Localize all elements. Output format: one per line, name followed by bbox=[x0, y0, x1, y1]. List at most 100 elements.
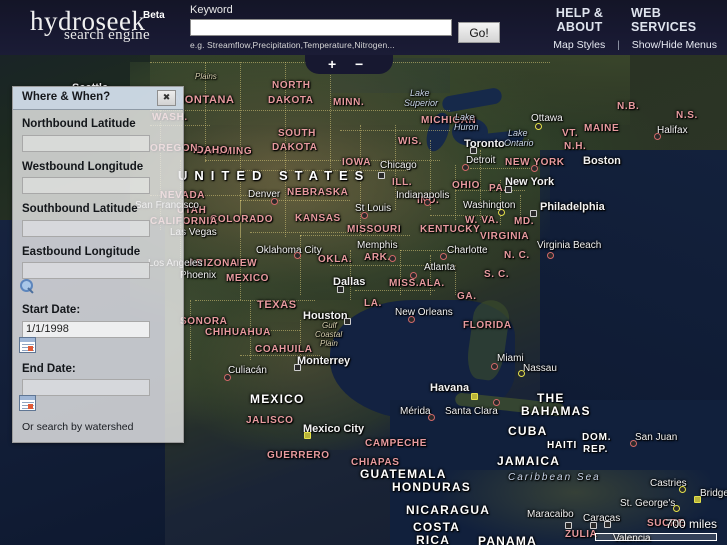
map-city-marker[interactable] bbox=[224, 374, 231, 381]
go-button[interactable]: Go! bbox=[458, 22, 500, 43]
map-border bbox=[455, 265, 456, 295]
map-city-marker[interactable] bbox=[389, 255, 396, 262]
field-label: Start Date: bbox=[22, 304, 81, 316]
magnifier-icon[interactable] bbox=[19, 278, 36, 294]
map-city-label: Halifax bbox=[657, 125, 688, 136]
map-city-marker[interactable] bbox=[410, 272, 417, 279]
field-label: Eastbound Longitude bbox=[22, 245, 141, 258]
map-city-marker[interactable] bbox=[565, 522, 572, 529]
map-city-marker[interactable] bbox=[535, 123, 542, 130]
show-hide-menus-link[interactable]: Show/Hide Menus bbox=[632, 39, 717, 51]
map-border bbox=[455, 190, 525, 191]
map-border bbox=[430, 255, 431, 295]
map-city-marker[interactable] bbox=[470, 147, 477, 154]
calendar-icon[interactable] bbox=[19, 336, 36, 353]
map-city-marker[interactable] bbox=[294, 252, 301, 259]
close-icon[interactable]: ✖ bbox=[157, 90, 176, 106]
map-scale: 700 miles bbox=[595, 517, 717, 541]
zoom-in-button[interactable]: + bbox=[328, 56, 336, 72]
map-city-marker[interactable] bbox=[408, 316, 415, 323]
map-border bbox=[285, 62, 286, 237]
nav-web-line-2: SERVICES bbox=[631, 20, 697, 34]
map-border bbox=[300, 235, 410, 236]
where-and-when-panel: Where & When? ✖ Northbound Latitude Westb… bbox=[12, 86, 184, 443]
site-logo[interactable]: hydroseek search engine Beta bbox=[30, 8, 165, 44]
map-city-marker[interactable] bbox=[271, 198, 278, 205]
map-border bbox=[500, 180, 501, 225]
map-city-marker[interactable] bbox=[361, 212, 368, 219]
map-border bbox=[205, 62, 206, 162]
map-border bbox=[400, 250, 401, 295]
map-city-marker[interactable] bbox=[630, 440, 637, 447]
map-city-marker[interactable] bbox=[530, 210, 537, 217]
field-input[interactable] bbox=[22, 219, 150, 237]
panel-title-bar: Where & When? ✖ bbox=[13, 87, 183, 110]
nav-help-and-about[interactable]: HELP & ABOUT bbox=[549, 6, 611, 34]
map-city-marker[interactable] bbox=[424, 199, 431, 206]
map-city-marker[interactable] bbox=[378, 172, 385, 179]
field-input[interactable] bbox=[22, 177, 150, 194]
field-label: Westbound Longitude bbox=[22, 160, 144, 173]
map-city-marker[interactable] bbox=[547, 252, 554, 259]
field-input[interactable] bbox=[22, 134, 150, 152]
map-city-marker[interactable] bbox=[471, 393, 478, 400]
keyword-search-block: Keyword Go! e.g. Streamflow,Precipitatio… bbox=[190, 4, 500, 50]
map-border bbox=[240, 200, 350, 201]
map-city-marker[interactable] bbox=[428, 414, 435, 421]
map-border bbox=[350, 250, 351, 300]
search-input[interactable] bbox=[190, 19, 452, 36]
scale-bar bbox=[595, 533, 717, 541]
map-city-marker[interactable] bbox=[337, 286, 344, 293]
map-city-marker[interactable] bbox=[673, 505, 680, 512]
header-nav: HELP & ABOUT WEB SERVICES Map Styles | S… bbox=[549, 6, 717, 51]
map-border bbox=[205, 160, 355, 161]
field-input[interactable] bbox=[22, 379, 150, 396]
field-northbound-latitude: Northbound Latitude bbox=[22, 118, 174, 152]
panel-body: Northbound Latitude Westbound Longitude So… bbox=[13, 110, 183, 442]
map-city-marker[interactable] bbox=[679, 486, 686, 493]
map-city-marker[interactable] bbox=[518, 370, 525, 377]
map-border bbox=[250, 300, 251, 360]
map-city-marker[interactable] bbox=[491, 363, 498, 370]
map-city-marker[interactable] bbox=[462, 164, 469, 171]
map-city-marker[interactable] bbox=[294, 364, 301, 371]
map-city-marker[interactable] bbox=[694, 496, 701, 503]
nav-web-services[interactable]: WEB SERVICES bbox=[631, 6, 717, 34]
field-input[interactable] bbox=[22, 320, 150, 338]
zoom-out-button[interactable]: − bbox=[355, 56, 363, 72]
map-city-marker[interactable] bbox=[531, 165, 538, 172]
scale-text: 700 miles bbox=[665, 517, 717, 531]
map-border bbox=[330, 265, 450, 266]
map-border bbox=[195, 300, 315, 301]
watershed-search-link[interactable]: Or search by watershed bbox=[22, 421, 174, 433]
map-border bbox=[400, 250, 480, 251]
map-border bbox=[238, 170, 408, 171]
map-border bbox=[240, 200, 241, 300]
map-state-label: GUERRERO bbox=[267, 450, 330, 461]
field-eastbound-longitude: Eastbound Longitude bbox=[19, 245, 174, 296]
map-border bbox=[210, 330, 300, 331]
map-city-marker[interactable] bbox=[505, 186, 512, 193]
map-city-marker[interactable] bbox=[654, 133, 661, 140]
map-styles-link[interactable]: Map Styles bbox=[553, 39, 605, 51]
logo-tagline: search engine bbox=[64, 27, 150, 43]
beta-badge: Beta bbox=[143, 10, 165, 21]
map-city-marker[interactable] bbox=[440, 253, 447, 260]
map-border bbox=[455, 165, 456, 220]
map-city-marker[interactable] bbox=[344, 318, 351, 325]
calendar-icon[interactable] bbox=[19, 395, 36, 411]
app-header: hydroseek search engine Beta Keyword Go!… bbox=[0, 0, 727, 55]
field-label: Southbound Latitude bbox=[22, 203, 138, 215]
field-input[interactable] bbox=[22, 262, 150, 279]
map-city-marker[interactable] bbox=[493, 399, 500, 406]
map-city-marker[interactable] bbox=[498, 209, 505, 216]
field-southbound-latitude: Southbound Latitude bbox=[22, 203, 174, 237]
application-window: MONTANA NORTH DAKOTA MINN. SOUTH DAKOTA WYOMIN… bbox=[0, 0, 727, 545]
header-subnav: Map Styles | Show/Hide Menus bbox=[549, 39, 717, 51]
map-border bbox=[150, 110, 450, 111]
keyword-hint: e.g. Streamflow,Precipitation,Temperatur… bbox=[190, 40, 395, 50]
map-state-label: N.S. bbox=[676, 110, 698, 121]
map-city-marker[interactable] bbox=[304, 432, 311, 439]
map-border bbox=[360, 125, 361, 235]
nav-web-line-1: WEB bbox=[631, 6, 662, 20]
